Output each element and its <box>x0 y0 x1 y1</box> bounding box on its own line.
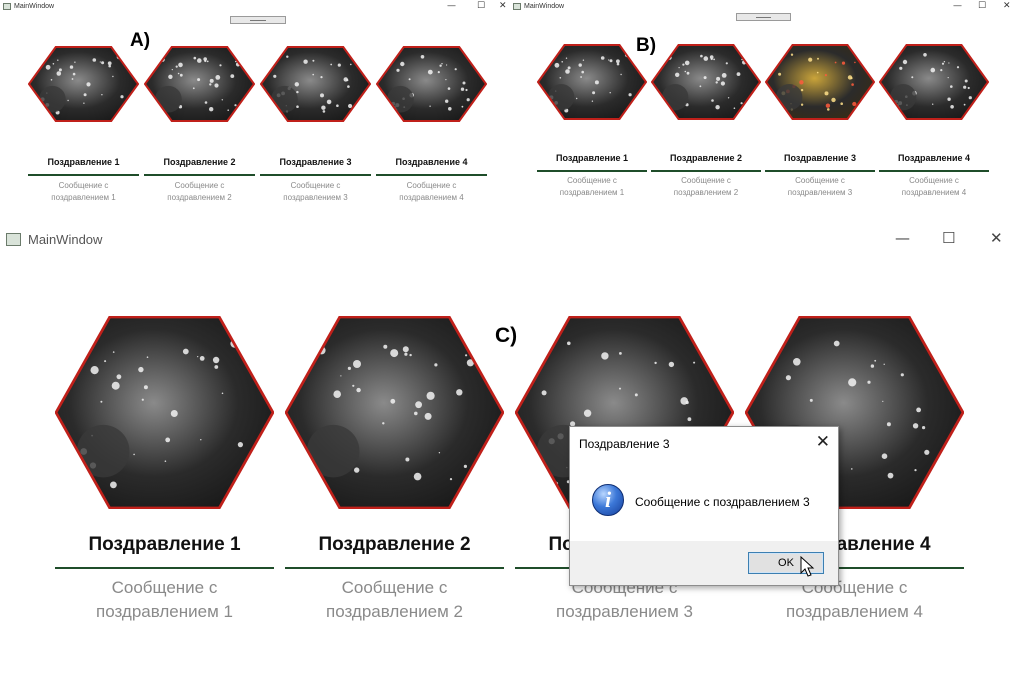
card-divider <box>55 567 274 569</box>
card-message: Сообщение с поздравлением 2 <box>144 180 255 204</box>
card-message: Сообщение с поздравлением 2 <box>285 576 504 624</box>
message-dialog: Поздравление 3 ✕ i Сообщение с поздравле… <box>569 426 839 586</box>
hex-photo-image[interactable] <box>651 44 761 120</box>
card-message-line2: поздравлением 3 <box>556 602 693 621</box>
hex-photo-image[interactable] <box>28 46 139 122</box>
card-message: Сообщение с поздравлением 1 <box>28 180 139 204</box>
panel-a-titlebar: MainWindow <box>3 3 54 10</box>
card-title: Поздравление 3 <box>783 153 857 163</box>
dialog-message: Сообщение с поздравлением 3 <box>635 495 810 509</box>
card-message-line2: поздравлением 1 <box>96 602 233 621</box>
hex-photo-image[interactable] <box>765 44 875 120</box>
card-message-line1: Сообщение с <box>681 176 731 185</box>
card-message: Сообщение с поздравлением 4 <box>879 175 989 199</box>
window-grip-handle[interactable] <box>230 16 286 24</box>
card-message-line1: Сообщение с <box>58 181 109 190</box>
info-icon: i <box>592 484 624 516</box>
panel-c-titlebar: MainWindow <box>6 232 102 247</box>
card-message-line1: Сообщение с <box>341 578 448 597</box>
maximize-button[interactable]: ☐ <box>978 1 986 11</box>
dialog-close-icon[interactable]: ✕ <box>816 432 830 452</box>
greeting-card[interactable]: Поздравление 3 Сообщение с поздравлением 3 <box>765 44 875 199</box>
greeting-card[interactable]: Поздравление 1 Сообщение с поздравлением 1 <box>55 316 274 621</box>
card-message-line2: поздравлением 4 <box>399 193 464 202</box>
card-title: Поздравление 4 <box>395 157 468 167</box>
card-message: Сообщение с поздравлением 2 <box>651 175 761 199</box>
window-grip-handle[interactable] <box>736 13 791 21</box>
dialog-title: Поздравление 3 <box>579 437 670 451</box>
card-message: Сообщение с поздравлением 4 <box>376 180 487 204</box>
hex-photo-image[interactable] <box>260 46 371 122</box>
greeting-card[interactable]: Поздравление 2 Сообщение с поздравлением 2 <box>651 44 761 199</box>
card-title: Поздравление 2 <box>669 153 743 163</box>
card-title: Поздравление 1 <box>88 534 241 555</box>
card-message-line2: поздравлением 1 <box>559 188 625 197</box>
greeting-card[interactable]: Поздравление 4 Сообщение с поздравлением 4 <box>879 44 989 199</box>
card-title: Поздравление 4 <box>897 153 971 163</box>
window-title: MainWindow <box>14 3 55 10</box>
minimize-button[interactable]: — <box>895 229 910 247</box>
card-divider <box>285 567 504 569</box>
greeting-card[interactable]: Поздравление 2 Сообщение с поздравлением 2 <box>285 316 504 621</box>
hex-photo-image[interactable] <box>55 316 274 509</box>
card-divider <box>260 174 371 176</box>
card-title: Поздравление 2 <box>163 157 236 167</box>
hex-photo-image[interactable] <box>285 316 504 509</box>
card-message-line1: Сообщение с <box>290 181 341 190</box>
minimize-button[interactable]: — <box>447 1 456 11</box>
greeting-card[interactable]: Поздравление 2 Сообщение с поздравлением 2 <box>144 46 255 204</box>
window-title: MainWindow <box>28 232 103 247</box>
hex-photo-image[interactable] <box>537 44 647 120</box>
card-message: Сообщение с поздравлением 3 <box>260 180 371 204</box>
card-title: Поздравление 3 <box>279 157 352 167</box>
card-message-line2: поздравлением 4 <box>786 602 923 621</box>
card-message-line1: Сообщение с <box>795 176 845 185</box>
card-message: Сообщение с поздравлением 1 <box>55 576 274 624</box>
card-title: Поздравление 1 <box>47 157 120 167</box>
hex-photo-image[interactable] <box>144 46 255 122</box>
window-app-icon <box>6 233 21 246</box>
card-message-line1: Сообщение с <box>567 176 617 185</box>
window-app-icon <box>513 3 521 10</box>
dialog-footer: OK <box>570 541 838 585</box>
card-message-line2: поздравлением 2 <box>167 193 232 202</box>
card-message-line2: поздравлением 4 <box>901 188 967 197</box>
window-app-icon <box>3 3 11 10</box>
card-divider <box>651 170 761 172</box>
close-button[interactable]: ✕ <box>990 229 1003 247</box>
card-message-line2: поздравлением 1 <box>51 193 116 202</box>
greeting-card[interactable]: Поздравление 1 Сообщение с поздравлением 1 <box>28 46 139 204</box>
card-message-line1: Сообщение с <box>111 578 218 597</box>
card-message-line2: поздравлением 2 <box>673 188 739 197</box>
card-divider <box>537 170 647 172</box>
card-title: Поздравление 2 <box>318 534 471 555</box>
card-divider <box>765 170 875 172</box>
card-message-line2: поздравлением 3 <box>283 193 348 202</box>
close-button[interactable]: ✕ <box>499 1 507 11</box>
hex-photo-image[interactable] <box>376 46 487 122</box>
card-message-line2: поздравлением 3 <box>787 188 853 197</box>
greeting-card[interactable]: Поздравление 4 Сообщение с поздравлением 4 <box>376 46 487 204</box>
maximize-button[interactable]: ☐ <box>477 1 485 11</box>
card-divider <box>879 170 989 172</box>
minimize-button[interactable]: — <box>953 1 962 11</box>
card-message: Сообщение с поздравлением 3 <box>765 175 875 199</box>
greeting-card[interactable]: Поздравление 1 Сообщение с поздравлением 1 <box>537 44 647 199</box>
panel-b-titlebar: MainWindow <box>513 3 564 10</box>
maximize-button[interactable]: ☐ <box>942 229 955 247</box>
card-message-line1: Сообщение с <box>406 181 457 190</box>
card-message-line2: поздравлением 2 <box>326 602 463 621</box>
card-title: Поздравление 1 <box>555 153 629 163</box>
card-message-line1: Сообщение с <box>909 176 959 185</box>
card-divider <box>376 174 487 176</box>
card-divider <box>144 174 255 176</box>
card-message: Сообщение с поздравлением 1 <box>537 175 647 199</box>
hex-photo-image[interactable] <box>879 44 989 120</box>
window-title: MainWindow <box>524 3 565 10</box>
card-message-line1: Сообщение с <box>174 181 225 190</box>
greeting-card[interactable]: Поздравление 3 Сообщение с поздравлением 3 <box>260 46 371 204</box>
mouse-cursor-icon <box>800 556 815 577</box>
close-button[interactable]: ✕ <box>1003 1 1011 11</box>
card-divider <box>28 174 139 176</box>
